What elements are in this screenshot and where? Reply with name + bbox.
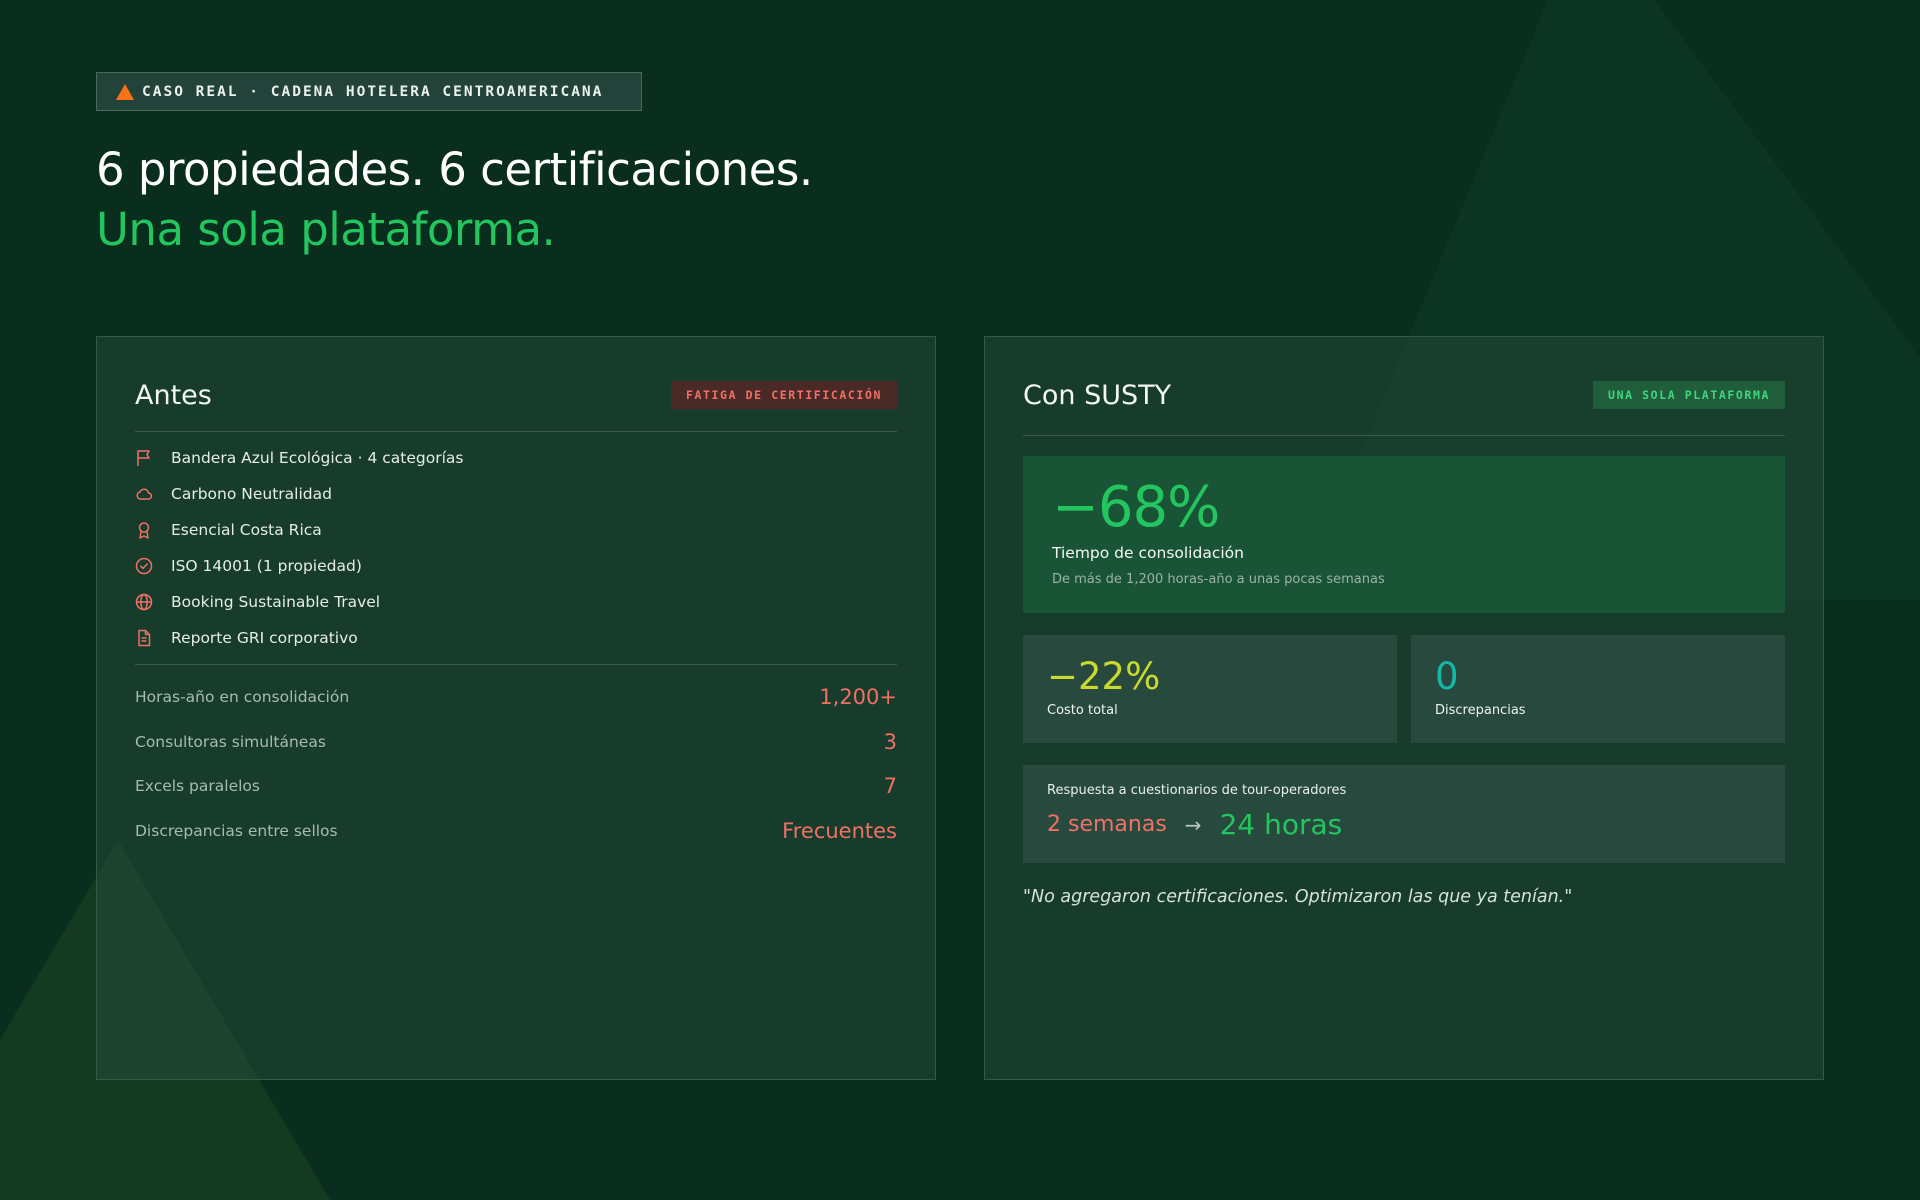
certification-list: Bandera Azul Ecológica · 4 categorías Ca… xyxy=(135,440,897,656)
warning-triangle-icon xyxy=(116,83,134,100)
page-headline: 6 propiedades. 6 certificaciones. Una so… xyxy=(96,140,813,260)
consolidation-time-label: Tiempo de consolidación xyxy=(1052,544,1244,562)
stat-row-excels: Excels paralelos 7 xyxy=(135,764,897,809)
stat-label: Consultoras simultáneas xyxy=(135,732,326,751)
kpi-row: −22% Costo total 0 Discrepancias xyxy=(1023,635,1785,743)
questionnaire-response-label: Respuesta a cuestionarios de tour-operad… xyxy=(1047,783,1347,798)
response-time-before: 2 semanas xyxy=(1047,812,1167,837)
list-item: ISO 14001 (1 propiedad) xyxy=(135,548,897,584)
list-item: Carbono Neutralidad xyxy=(135,476,897,512)
check-circle-icon xyxy=(135,557,153,575)
stat-value: 7 xyxy=(883,774,897,799)
case-study-tag-label: CASO REAL · CADENA HOTELERA CENTROAMERIC… xyxy=(142,83,604,100)
discrepancies-panel: 0 Discrepancias xyxy=(1411,635,1785,743)
after-card-title: Con SUSTY xyxy=(1023,379,1172,411)
list-item: Bandera Azul Ecológica · 4 categorías xyxy=(135,440,897,476)
before-card-title: Antes xyxy=(135,379,212,411)
stat-value: Frecuentes xyxy=(782,818,897,843)
certification-label: ISO 14001 (1 propiedad) xyxy=(171,557,362,575)
certification-label: Reporte GRI corporativo xyxy=(171,629,358,647)
award-icon xyxy=(138,522,150,539)
list-item: Reporte GRI corporativo xyxy=(135,620,897,656)
certification-fatigue-badge: FATIGA DE CERTIFICACIÓN xyxy=(670,381,897,409)
flag-icon xyxy=(137,450,150,466)
divider xyxy=(135,664,897,665)
consolidation-time-panel: −68% Tiempo de consolidación De más de 1… xyxy=(1023,456,1785,613)
certification-label: Booking Sustainable Travel xyxy=(171,593,381,611)
response-time-after: 24 horas xyxy=(1219,808,1343,841)
total-cost-label: Costo total xyxy=(1047,703,1118,718)
total-cost-value: −22% xyxy=(1047,655,1161,698)
list-item: Esencial Costa Rica xyxy=(135,512,897,548)
single-platform-badge: UNA SOLA PLATAFORMA xyxy=(1593,381,1785,409)
stat-row-consultants: Consultoras simultáneas 3 xyxy=(135,720,897,765)
stat-label: Horas-año en consolidación xyxy=(135,688,350,707)
discrepancies-value: 0 xyxy=(1435,655,1459,698)
stat-row-hours: Horas-año en consolidación 1,200+ xyxy=(135,675,897,720)
before-card-header: Antes FATIGA DE CERTIFICACIÓN xyxy=(135,373,897,417)
headline-line-2: Una sola plataforma. xyxy=(96,203,556,256)
stat-label: Discrepancias entre sellos xyxy=(135,821,338,840)
before-stats: Horas-año en consolidación 1,200+ Consul… xyxy=(135,675,897,853)
list-item: Booking Sustainable Travel xyxy=(135,584,897,620)
testimonial-quote: "No agregaron certificaciones. Optimizar… xyxy=(1023,887,1573,907)
before-card: Antes FATIGA DE CERTIFICACIÓN Bandera Az… xyxy=(96,336,936,1080)
divider xyxy=(135,431,897,432)
consolidation-time-subtext: De más de 1,200 horas-año a unas pocas s… xyxy=(1052,572,1385,587)
discrepancies-label: Discrepancias xyxy=(1435,703,1526,718)
consolidation-time-value: −68% xyxy=(1052,475,1220,540)
document-icon xyxy=(138,629,151,647)
questionnaire-response-panel: Respuesta a cuestionarios de tour-operad… xyxy=(1023,765,1785,863)
stat-row-discrepancies: Discrepancias entre sellos Frecuentes xyxy=(135,809,897,854)
globe-icon xyxy=(135,593,153,611)
divider xyxy=(1023,435,1785,436)
stat-label: Excels paralelos xyxy=(135,777,260,796)
questionnaire-response-comparison: 2 semanas → 24 horas xyxy=(1047,808,1761,841)
total-cost-panel: −22% Costo total xyxy=(1023,635,1397,743)
arrow-right-icon: → xyxy=(1184,812,1202,837)
headline-line-1: 6 propiedades. 6 certificaciones. xyxy=(96,143,813,196)
after-card: Con SUSTY UNA SOLA PLATAFORMA −68% Tiemp… xyxy=(984,336,1824,1080)
stat-value: 1,200+ xyxy=(819,685,897,710)
certification-label: Bandera Azul Ecológica · 4 categorías xyxy=(171,449,464,467)
case-study-tag: CASO REAL · CADENA HOTELERA CENTROAMERIC… xyxy=(96,72,642,111)
stat-value: 3 xyxy=(883,729,897,754)
cloud-icon xyxy=(136,488,153,500)
certification-label: Carbono Neutralidad xyxy=(171,485,332,503)
certification-label: Esencial Costa Rica xyxy=(171,521,322,539)
after-card-header: Con SUSTY UNA SOLA PLATAFORMA xyxy=(1023,373,1785,417)
